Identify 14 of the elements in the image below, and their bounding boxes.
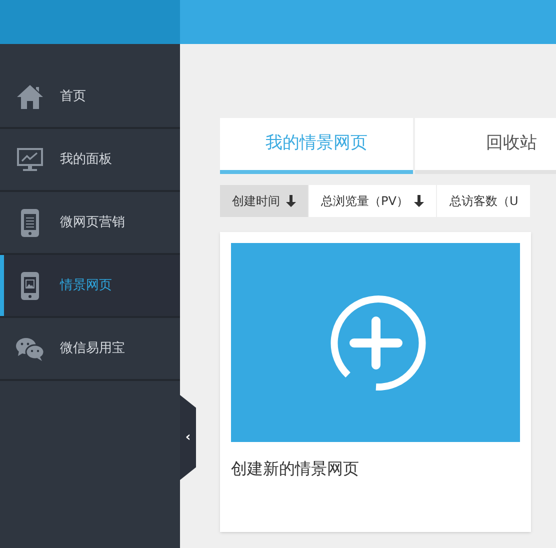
new-page-card[interactable]: 创建新的情景网页 [220,232,531,532]
sort-option[interactable]: 总访客数（U [437,185,530,217]
new-page-tile[interactable] [231,243,520,442]
sort-option[interactable]: 总浏览量（PV） [309,185,436,217]
phone-icon [20,208,40,238]
card-caption: 创建新的情景网页 [231,458,360,480]
sidebar-item[interactable]: 情景网页 [0,255,180,318]
house-icon [16,84,44,110]
monitor-chart-icon [17,148,43,172]
tab[interactable]: 回收站 [415,118,556,174]
phone-image-icon [20,270,40,300]
sort-option[interactable]: 创建时间 [220,185,308,217]
collapse-button[interactable]: ‹ [180,395,196,480]
chat-bubbles-icon [15,336,45,360]
